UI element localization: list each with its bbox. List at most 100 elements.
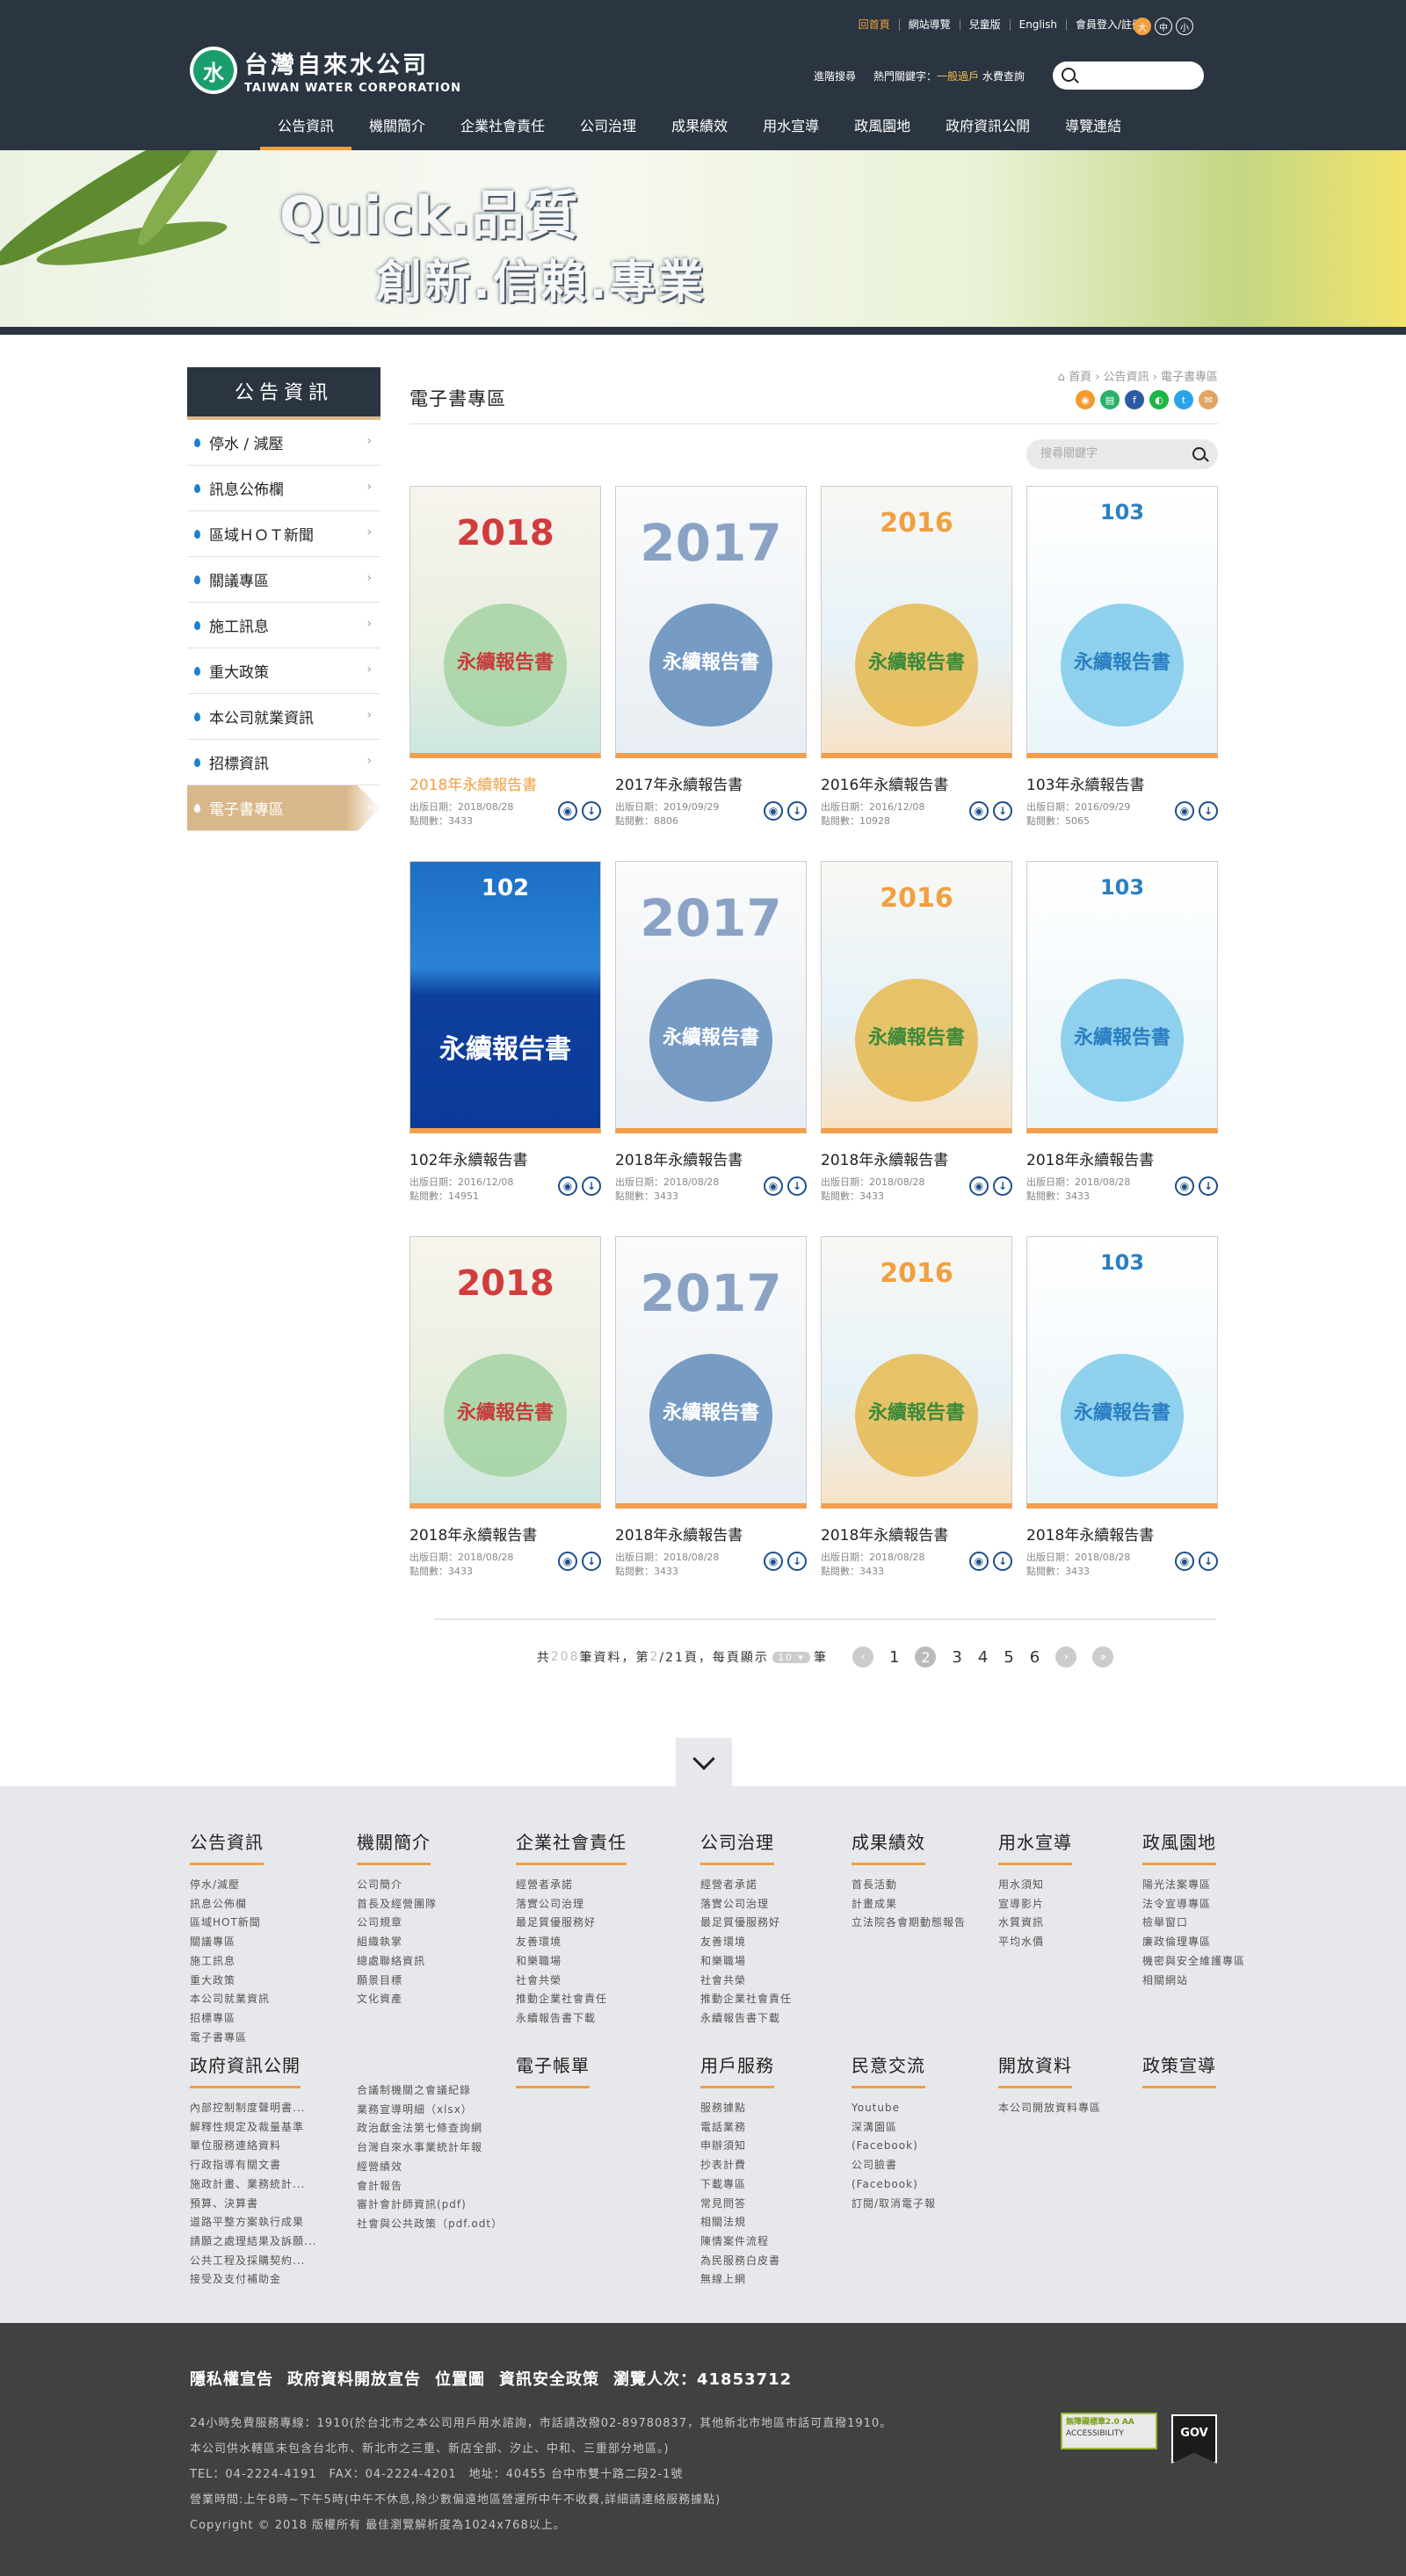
footer-link[interactable]: 單位服務連絡資料 [190,2137,316,2156]
footer-column-title[interactable]: 企業社會責任 [516,1828,627,1865]
footer-link[interactable]: 本公司就業資訊 [190,1990,270,2009]
footer-link[interactable]: 招標專區 [190,2009,270,2029]
ebook-card[interactable]: 2016 永續報告書 2018年永續報告書 出版日期：2018/08/28 點閱數：34… [821,1236,1012,1611]
prev-page-button[interactable]: ‹ [852,1646,873,1668]
footer-link[interactable]: 友善環境 [516,1933,627,1952]
ebook-card[interactable]: 2017 永續報告書 2017年永續報告書 出版日期：2019/09/29 點閱數：88… [615,486,807,861]
ebook-title[interactable]: 2018年永續報告書 [615,1147,807,1169]
footer-link[interactable]: (Facebook) [852,2175,936,2195]
open-data-link[interactable]: 政府資料開放宣告 [287,2367,421,2390]
footer-link[interactable]: 合議制機關之會議紀錄 [357,2081,503,2101]
footer-link[interactable]: 永續報告書下載 [700,2009,792,2029]
gov-badge[interactable]: GOV [1171,2414,1217,2464]
footer-column-title[interactable]: 開放資料 [998,2051,1072,2088]
next-page-button[interactable]: › [1055,1646,1077,1668]
sidebar-item-bulletin[interactable]: 訊息公佈欄 › [187,466,380,511]
footer-column-title[interactable]: 用戶服務 [700,2051,774,2088]
footer-link[interactable]: 公司簡介 [357,1876,437,1895]
ebook-title[interactable]: 2017年永續報告書 [615,772,807,794]
ebook-cover-image[interactable]: 103 永續報告書 [1026,486,1218,758]
ebook-card[interactable]: 2018 永續報告書 2018年永續報告書 出版日期：2018/08/28 點閱數：34… [409,486,601,861]
kids-link[interactable]: 兒童版 [960,19,1011,31]
accessibility-badge[interactable]: 無障礙標章2.0 AA ACCESSIBILITY [1061,2413,1157,2449]
footer-link[interactable]: 相關網站 [1142,1972,1245,1991]
footer-link[interactable]: 抄表計費 [700,2156,780,2175]
ebook-title[interactable]: 2018年永續報告書 [821,1523,1012,1545]
search-icon[interactable] [1192,447,1206,460]
ebook-cover-image[interactable]: 103 永續報告書 [1026,861,1218,1133]
sidebar-item-policy[interactable]: 重大政策 › [187,648,380,694]
ebook-card[interactable]: 103 永續報告書 2018年永續報告書 出版日期：2018/08/28 點閱數：343… [1026,861,1218,1236]
ebook-card[interactable]: 103 永續報告書 103年永續報告書 出版日期：2016/09/29 點閱數：5065… [1026,486,1218,861]
footer-link[interactable]: 公司臉書 [852,2156,936,2175]
ebook-title[interactable]: 103年永續報告書 [1026,772,1218,794]
footer-column-title[interactable]: 公告資訊 [190,1828,264,1865]
content-search-input[interactable]: 搜尋關鍵字 [1026,439,1218,469]
nav-about[interactable]: 機關簡介 [352,112,443,150]
footer-link[interactable]: 為民服務白皮書 [700,2252,780,2271]
footer-link[interactable]: 請願之處理結果及訴願... [190,2232,316,2252]
location-link[interactable]: 位置圖 [435,2367,485,2390]
footer-link[interactable]: 政治獻金法第七條查詢網 [357,2119,503,2138]
footer-link[interactable]: 組織執掌 [357,1933,437,1952]
ebook-cover-image[interactable]: 2016 永續報告書 [821,861,1012,1133]
read-online-icon[interactable]: ◉ [764,801,783,821]
footer-link[interactable]: (Facebook) [852,2137,936,2156]
footer-link[interactable]: 訂閱/取消電子報 [852,2195,936,2214]
read-online-icon[interactable]: ◉ [558,801,577,821]
ebook-title[interactable]: 2018年永續報告書 [409,1523,601,1545]
ebook-cover-image[interactable]: 2017 永續報告書 [615,861,807,1133]
security-policy-link[interactable]: 資訊安全政策 [499,2367,599,2390]
footer-link[interactable]: 願景目標 [357,1972,437,1991]
site-logo[interactable]: 水 台灣自來水公司 TAIWAN WATER CORPORATION [190,46,461,95]
footer-link[interactable]: 停水/減壓 [190,1876,270,1895]
footer-link[interactable]: 公共工程及採購契約... [190,2252,316,2271]
page-link-3[interactable]: 3 [952,1648,961,1667]
page-link-6[interactable]: 6 [1030,1648,1040,1667]
ebook-card[interactable]: 2018 永續報告書 2018年永續報告書 出版日期：2018/08/28 點閱數：34… [409,1236,601,1611]
ebook-cover-image[interactable]: 2017 永續報告書 [615,1236,807,1509]
print-icon[interactable]: ▤ [1100,390,1120,409]
footer-link[interactable]: 首長及經營團隊 [357,1895,437,1914]
nav-ethics[interactable]: 政風園地 [837,112,928,150]
footer-link[interactable]: 台灣自來水事業統計年報 [357,2138,503,2158]
footer-link[interactable]: 行政指導有關文書 [190,2156,316,2175]
ebook-cover-image[interactable]: 103 永續報告書 [1026,1236,1218,1509]
footer-link[interactable]: 服務據點 [700,2099,780,2118]
footer-link[interactable]: 總處聯絡資訊 [357,1952,437,1972]
page-link-1[interactable]: 1 [889,1648,899,1667]
download-icon[interactable]: ↓ [1199,1176,1218,1196]
footer-link[interactable]: 首長活動 [852,1876,966,1895]
ebook-card[interactable]: 102 永續報告書 102年永續報告書 出版日期：2016/12/08 點閱數：1495… [409,861,601,1236]
footer-link[interactable]: 平均水價 [998,1933,1072,1952]
read-online-icon[interactable]: ◉ [969,801,989,821]
footer-column-title[interactable]: 政府資訊公開 [190,2051,301,2088]
read-online-icon[interactable]: ◉ [1175,1552,1194,1571]
footer-link[interactable]: 預算、決算書 [190,2195,316,2214]
footer-column-title[interactable]: 政風園地 [1142,1828,1216,1865]
footer-link[interactable]: 區域HOT新聞 [190,1914,270,1933]
nav-gov-info[interactable]: 政府資訊公開 [928,112,1047,150]
footer-link[interactable]: 陽光法案專區 [1142,1876,1245,1895]
page-link-5[interactable]: 5 [1004,1648,1013,1667]
email-icon[interactable]: ✉ [1199,390,1218,409]
font-medium-button[interactable]: 中 [1155,18,1172,35]
read-online-icon[interactable]: ◉ [1175,801,1194,821]
footer-link[interactable]: 公司規章 [357,1914,437,1933]
footer-link[interactable]: 社會共榮 [516,1972,627,1991]
footer-link[interactable]: 立法院各會期動態報告 [852,1914,966,1933]
footer-link[interactable]: 會計報告 [357,2177,503,2196]
home-link[interactable]: 回首頁 [850,19,900,31]
ebook-card[interactable]: 2016 永續報告書 2018年永續報告書 出版日期：2018/08/28 點閱數：34… [821,861,1012,1236]
read-online-icon[interactable]: ◉ [969,1552,989,1571]
footer-link[interactable]: 本公司開放資料專區 [998,2099,1101,2118]
download-icon[interactable]: ↓ [993,1552,1012,1571]
sidebar-item-hot-news[interactable]: 區域ＨＯＴ新聞 › [187,511,380,557]
ebook-cover-image[interactable]: 2018 永續報告書 [409,1236,601,1509]
footer-link[interactable]: 和樂職場 [516,1952,627,1972]
ebook-title[interactable]: 2018年永續報告書 [821,1147,1012,1169]
read-online-icon[interactable]: ◉ [558,1552,577,1571]
sidebar-item-issues[interactable]: 關議專區 › [187,557,380,603]
font-small-button[interactable]: 小 [1176,18,1193,35]
facebook-icon[interactable]: f [1125,390,1144,409]
